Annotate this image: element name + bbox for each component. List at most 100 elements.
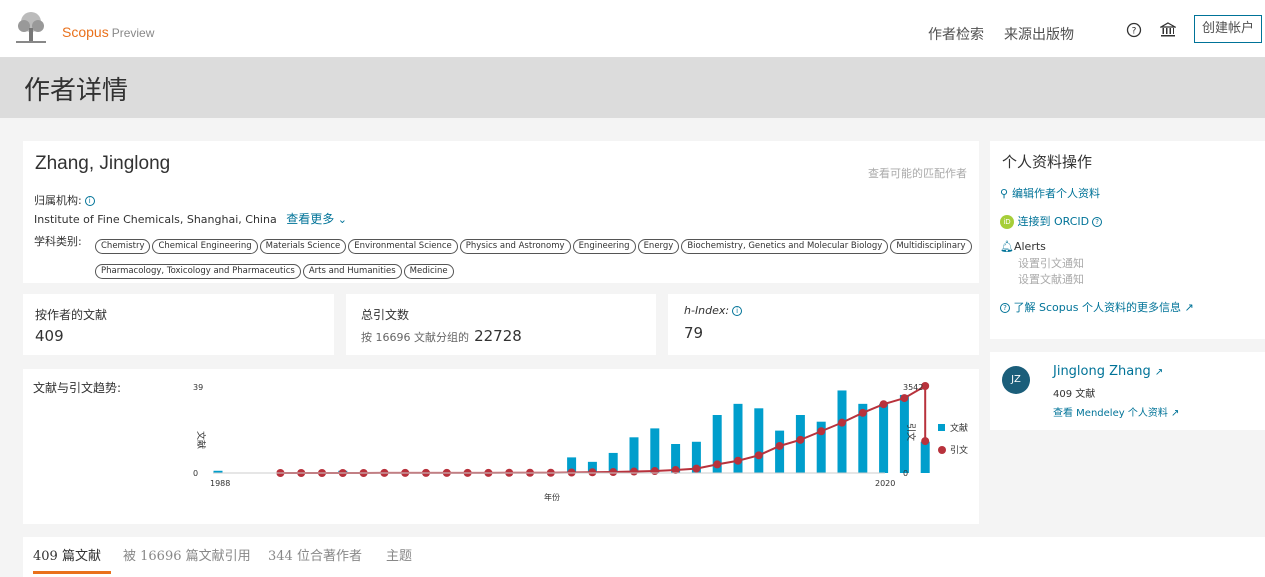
- docs-bar: [837, 390, 847, 473]
- external-link-icon: ↗: [1171, 408, 1180, 419]
- citations-point: [734, 456, 742, 465]
- x-axis-label: 年份: [544, 492, 560, 502]
- mendeley-name-link[interactable]: Jinglong Zhang ↗: [1053, 364, 1163, 379]
- citations-point: [713, 460, 722, 469]
- y-right-max: 3542: [903, 383, 923, 392]
- nav-sources[interactable]: 来源出版物: [1004, 24, 1074, 44]
- docs-bar: [754, 408, 764, 473]
- external-link-icon: ↗: [1154, 367, 1164, 378]
- bell-icon: 🔔︎: [1000, 240, 1014, 253]
- y-right-label: 引文: [905, 423, 917, 441]
- potential-match-link[interactable]: 查看可能的匹配作者: [868, 165, 967, 181]
- trend-chart-card: 文献与引文趋势: 39 0 3542 0 文献 引文 1988 2020 年份 …: [23, 369, 979, 524]
- citations-point: [838, 418, 846, 427]
- citations-point: [817, 427, 826, 436]
- subject-tag[interactable]: Multidisciplinary: [890, 239, 972, 254]
- citations-prefix: 按 16696 文献分组的: [361, 331, 469, 344]
- hindex-card[interactable]: h-Index: i 79: [668, 294, 979, 355]
- x-tick-end: 2020: [875, 479, 895, 488]
- citations-point: [775, 441, 784, 450]
- subject-tag[interactable]: Medicine: [403, 264, 454, 279]
- author-name: Zhang, Jinglong: [35, 153, 171, 174]
- x-tick-start: 1988: [210, 479, 230, 488]
- chevron-down-icon[interactable]: ⌄: [338, 213, 347, 226]
- svg-text:?: ?: [1132, 27, 1137, 37]
- affiliation-text: Institute of Fine Chemicals, Shanghai, C…: [34, 213, 277, 226]
- citations-point: [754, 451, 763, 460]
- legend-cites-label: 引文: [950, 444, 968, 456]
- hindex-value: 79: [684, 324, 704, 342]
- tab-topics[interactable]: 主题: [386, 545, 412, 564]
- hindex-label: h-Index: i: [684, 304, 743, 317]
- citations-point: [650, 467, 659, 476]
- profile-actions-panel: 个人资料操作 ⚲ 编辑作者个人资料 iD 连接到 ORCID? 🔔︎Alerts …: [990, 141, 1265, 339]
- top-header: Scopus Preview 作者检索 来源出版物 ? 创建帐户: [0, 0, 1265, 58]
- alerts-row: 🔔︎Alerts: [1000, 240, 1046, 253]
- page-title: 作者详情: [24, 76, 129, 106]
- hindex-info-icon[interactable]: i: [732, 306, 743, 316]
- edit-user-icon: ⚲: [1000, 187, 1009, 200]
- see-more-link[interactable]: 查看更多: [286, 212, 334, 226]
- citations-point: [879, 400, 888, 409]
- subject-tag[interactable]: Environmental Science: [348, 239, 458, 254]
- subject-tag[interactable]: Pharmacology, Toxicology and Pharmaceuti…: [95, 264, 301, 279]
- info-icon[interactable]: i: [84, 196, 95, 206]
- y-left-max: 39: [193, 383, 203, 392]
- subject-tag[interactable]: Engineering: [572, 239, 636, 254]
- results-tabs: 409 篇文献 被 16696 篇文献引用 344 位合著作者 主题: [23, 537, 1265, 577]
- subject-tag[interactable]: Arts and Humanities: [302, 264, 402, 279]
- affiliation-label: 归属机构: i: [34, 192, 95, 208]
- elsevier-logo-icon: [12, 10, 50, 46]
- orcid-link[interactable]: iD 连接到 ORCID?: [1000, 213, 1103, 229]
- citations-row: 按 16696 文献分组的 22728: [361, 326, 522, 345]
- subject-tag[interactable]: Energy: [637, 239, 680, 254]
- citations-point: [588, 468, 597, 477]
- citation-alert-link[interactable]: 设置引文通知: [1018, 255, 1084, 271]
- citations-point: [609, 468, 618, 477]
- nav-author-search[interactable]: 作者检索: [928, 24, 984, 44]
- docs-bar: [879, 403, 889, 473]
- scopus-brand[interactable]: Scopus Preview: [62, 24, 154, 40]
- y-left-label: 文献: [195, 431, 207, 449]
- citations-card[interactable]: 总引文数 按 16696 文献分组的 22728: [346, 294, 656, 355]
- document-alert-link[interactable]: 设置文献通知: [1018, 271, 1084, 287]
- documents-label: 按作者的文献: [35, 308, 108, 322]
- learn-more-link[interactable]: ? 了解 Scopus 个人资料的更多信息 ↗: [1000, 299, 1194, 315]
- institution-icon[interactable]: [1160, 22, 1176, 38]
- subject-tag[interactable]: Materials Science: [259, 239, 347, 254]
- edit-profile-link[interactable]: ⚲ 编辑作者个人资料: [1000, 185, 1100, 201]
- mendeley-view-link[interactable]: 查看 Mendeley 个人资料 ↗: [1053, 404, 1179, 419]
- citations-point: [630, 467, 638, 476]
- docs-bar: [920, 441, 930, 473]
- tab-coauthors[interactable]: 344 位合著作者: [268, 545, 362, 564]
- subject-tag[interactable]: Chemistry: [95, 239, 151, 254]
- subject-tag[interactable]: Biochemistry, Genetics and Molecular Bio…: [681, 239, 889, 254]
- legend-docs-label: 文献: [950, 422, 968, 434]
- orcid-icon: iD: [1000, 215, 1014, 229]
- documents-value: 409: [35, 327, 64, 345]
- citations-value: 22728: [474, 327, 522, 345]
- docs-bar: [650, 428, 660, 473]
- author-card: Zhang, Jinglong 查看可能的匹配作者 归属机构: i Institu…: [23, 141, 979, 283]
- page-banner: 作者详情: [0, 58, 1265, 118]
- y-left-min: 0: [193, 469, 198, 478]
- help-icon[interactable]: ?: [1126, 22, 1142, 38]
- tab-cited-by[interactable]: 被 16696 篇文献引用: [123, 545, 251, 564]
- create-account-button[interactable]: 创建帐户: [1194, 15, 1262, 43]
- legend-cites-marker: [938, 446, 946, 454]
- tab-documents[interactable]: 409 篇文献: [33, 545, 101, 564]
- subjects-label: 学科类别:: [34, 235, 82, 248]
- docs-bar: [775, 430, 785, 473]
- y-right-min: 0: [903, 469, 908, 478]
- subject-tag[interactable]: Physics and Astronomy: [459, 239, 571, 254]
- avatar: JZ: [1002, 366, 1030, 394]
- citations-point: [900, 394, 909, 403]
- citations-point: [796, 435, 805, 444]
- documents-card[interactable]: 按作者的文献 409: [23, 294, 334, 355]
- subject-tags: Chemistry Chemical Engineering Materials S…: [95, 233, 975, 283]
- citations-line: [280, 384, 927, 474]
- subject-tag[interactable]: Chemical Engineering: [152, 239, 258, 254]
- panel-title: 个人资料操作: [1002, 153, 1093, 171]
- citations-point: [692, 464, 701, 473]
- docs-bar: [795, 415, 805, 473]
